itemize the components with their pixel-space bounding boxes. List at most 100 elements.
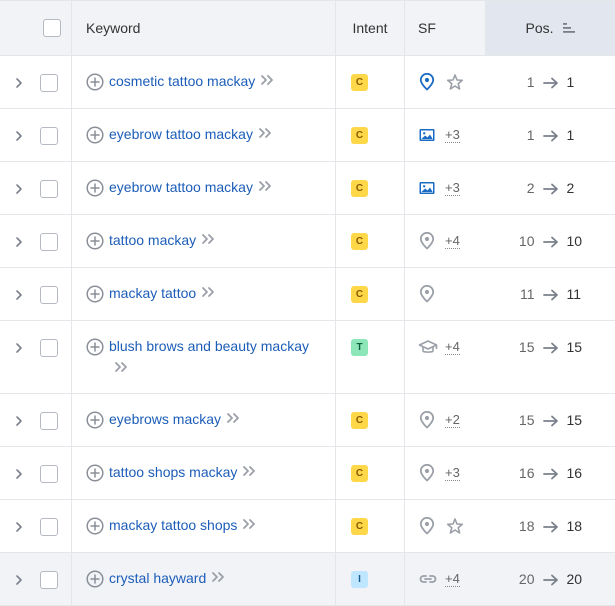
row-checkbox[interactable]	[40, 412, 58, 430]
double-chevron-icon[interactable]	[260, 70, 276, 92]
arrow-right-icon	[542, 129, 559, 142]
row-checkbox[interactable]	[40, 180, 58, 198]
plus-circle-icon[interactable]	[86, 73, 104, 91]
plus-circle-icon[interactable]	[86, 126, 104, 144]
row-checkbox[interactable]	[40, 127, 58, 145]
position-header-label: Pos.	[525, 20, 554, 36]
chevron-right-icon[interactable]	[14, 467, 24, 481]
chevron-right-icon[interactable]	[14, 235, 24, 249]
row-checkbox[interactable]	[40, 339, 58, 357]
image-icon[interactable]	[418, 179, 436, 197]
double-chevron-icon[interactable]	[201, 229, 217, 251]
keyword-link[interactable]: tattoo shops mackay	[109, 461, 258, 483]
image-icon[interactable]	[418, 126, 436, 144]
position-from: 16	[518, 465, 535, 481]
select-all-checkbox[interactable]	[42, 19, 61, 37]
expand-cell	[0, 447, 32, 499]
expand-cell	[0, 268, 32, 320]
position-cell: 18 18	[486, 500, 615, 552]
keyword-link[interactable]: eyebrows mackay	[109, 408, 242, 430]
row-checkbox[interactable]	[40, 518, 58, 536]
keyword-link[interactable]: eyebrow tattoo mackay	[109, 176, 274, 198]
keyword-text: blush brows and beauty mackay	[109, 338, 309, 354]
star-icon[interactable]	[446, 73, 464, 91]
double-chevron-icon[interactable]	[242, 461, 258, 483]
sf-more-link[interactable]: +3	[445, 127, 460, 143]
table-row: eyebrow tattoo mackay C +3 2 2	[0, 162, 615, 215]
sf-more-link[interactable]: +3	[445, 465, 460, 481]
double-chevron-icon[interactable]	[211, 567, 227, 589]
plus-circle-icon[interactable]	[86, 338, 104, 356]
row-checkbox[interactable]	[40, 465, 58, 483]
keyword-link[interactable]: mackay tattoo shops	[109, 514, 258, 536]
plus-circle-icon[interactable]	[86, 517, 104, 535]
row-checkbox[interactable]	[40, 571, 58, 589]
sf-more-link[interactable]: +2	[445, 412, 460, 428]
arrow-right-icon	[542, 467, 559, 480]
double-chevron-icon[interactable]	[242, 514, 258, 536]
keyword-text: tattoo shops mackay	[109, 464, 238, 480]
keyword-column-header[interactable]: Keyword	[72, 1, 336, 55]
row-checkbox[interactable]	[40, 286, 58, 304]
chevron-right-icon[interactable]	[14, 288, 24, 302]
intent-column-header[interactable]: Intent	[336, 1, 405, 55]
plus-circle-icon[interactable]	[86, 232, 104, 250]
position-from: 1	[526, 74, 535, 90]
plus-circle-icon[interactable]	[86, 464, 104, 482]
checkbox-cell	[32, 447, 72, 499]
sort-icon[interactable]	[562, 22, 576, 34]
link-icon[interactable]	[418, 570, 437, 588]
plus-circle-icon[interactable]	[86, 179, 104, 197]
sf-more-link[interactable]: +4	[445, 339, 460, 355]
table-row: crystal hayward I +4 20 20	[0, 553, 615, 606]
keyword-link[interactable]: blush brows and beauty mackay	[109, 335, 329, 379]
sf-more-link[interactable]: +4	[445, 571, 460, 587]
row-checkbox[interactable]	[40, 233, 58, 251]
map-pin-icon[interactable]	[418, 72, 436, 91]
star-icon[interactable]	[446, 517, 464, 535]
position-from: 15	[518, 339, 535, 355]
position-column-header[interactable]: Pos.	[486, 1, 615, 55]
chevron-right-icon[interactable]	[14, 182, 24, 196]
double-chevron-icon[interactable]	[226, 408, 242, 430]
keyword-link[interactable]: eyebrow tattoo mackay	[109, 123, 274, 145]
plus-circle-icon[interactable]	[86, 570, 104, 588]
plus-circle-icon[interactable]	[86, 411, 104, 429]
graduation-cap-icon[interactable]	[418, 338, 438, 356]
chevron-right-icon[interactable]	[14, 129, 24, 143]
chevron-right-icon[interactable]	[14, 76, 24, 90]
arrow-right-icon	[542, 414, 559, 427]
position-to: 18	[566, 518, 583, 534]
keyword-link[interactable]: crystal hayward	[109, 567, 227, 589]
position-cell: 11 11	[486, 268, 615, 320]
map-pin-icon[interactable]	[418, 284, 436, 303]
position-cell: 15 15	[486, 321, 615, 393]
map-pin-icon[interactable]	[418, 463, 436, 482]
double-chevron-icon[interactable]	[114, 357, 130, 379]
map-pin-icon[interactable]	[418, 231, 436, 250]
chevron-right-icon[interactable]	[14, 520, 24, 534]
double-chevron-icon[interactable]	[258, 176, 274, 198]
position-from: 11	[519, 286, 535, 302]
map-pin-icon[interactable]	[418, 410, 436, 429]
keyword-link[interactable]: cosmetic tattoo mackay	[109, 70, 276, 92]
double-chevron-icon[interactable]	[201, 282, 217, 304]
plus-circle-icon[interactable]	[86, 285, 104, 303]
keyword-link[interactable]: tattoo mackay	[109, 229, 217, 251]
sf-more-link[interactable]: +4	[445, 233, 460, 249]
row-checkbox[interactable]	[40, 74, 58, 92]
sf-more-link[interactable]: +3	[445, 180, 460, 196]
keyword-link[interactable]: mackay tattoo	[109, 282, 217, 304]
table-row: eyebrow tattoo mackay C +3 1 1	[0, 109, 615, 162]
double-chevron-icon[interactable]	[258, 123, 274, 145]
map-pin-icon[interactable]	[418, 516, 436, 535]
chevron-right-icon[interactable]	[14, 414, 24, 428]
chevron-right-icon[interactable]	[14, 573, 24, 587]
intent-badge: C	[351, 180, 368, 197]
chevron-right-icon[interactable]	[14, 341, 24, 355]
sf-column-header[interactable]: SF	[405, 1, 486, 55]
intent-cell: C	[336, 56, 405, 108]
intent-badge: T	[351, 339, 368, 356]
checkbox-cell	[32, 394, 72, 446]
arrow-right-icon	[542, 182, 559, 195]
